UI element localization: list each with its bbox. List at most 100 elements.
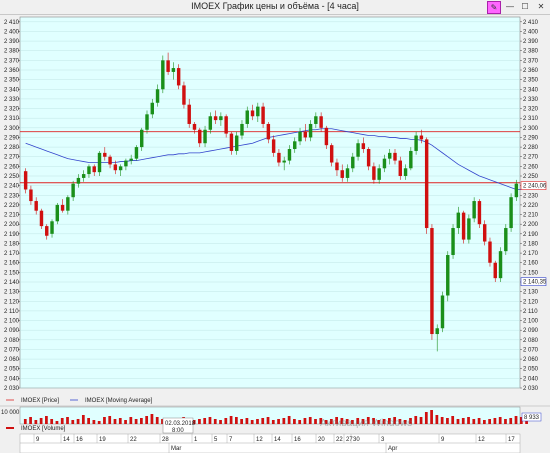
y-tick-label: 2 040 <box>523 376 539 382</box>
volume-bar <box>282 418 286 424</box>
volume-bar <box>87 418 90 424</box>
candle-body <box>118 166 123 171</box>
candle-body <box>97 152 102 173</box>
volume-bar <box>234 417 238 424</box>
candle-body <box>171 68 176 72</box>
candle-body <box>29 189 33 202</box>
candle-body <box>23 171 28 190</box>
minimize-icon[interactable]: — <box>505 2 515 11</box>
y-tick-label: 2 410 <box>523 20 539 26</box>
candle-body <box>87 166 91 175</box>
y-tick-label: 2 090 <box>4 328 20 334</box>
ma-value-label: 2 240,06 <box>523 184 547 190</box>
candle <box>39 208 44 229</box>
volume-last-box: 8 933 <box>521 412 542 422</box>
maximize-icon[interactable]: ☐ <box>520 2 530 11</box>
y-tick-label: 2 370 <box>4 58 20 64</box>
pin-icon[interactable]: ✎ <box>487 1 501 14</box>
candle-body <box>234 135 239 151</box>
candle-body <box>219 116 223 121</box>
candle <box>424 137 429 234</box>
y-tick-label: 2 340 <box>523 87 539 93</box>
volume-bar <box>240 419 244 424</box>
volume-bar <box>23 419 27 424</box>
candle-body <box>124 160 128 167</box>
volume-bar <box>219 420 222 424</box>
candle-body <box>134 147 139 159</box>
volume-bar <box>97 421 101 424</box>
volume-bar <box>287 416 291 424</box>
x-day-label: 28 <box>162 437 169 443</box>
volume-bar <box>472 419 476 424</box>
volume-bar <box>277 419 280 424</box>
close-icon[interactable]: ✕ <box>536 2 546 11</box>
x-day-label: 12 <box>256 437 263 443</box>
chart-window: IMOEX График цены и объёма - [4 часа] ✎ … <box>0 0 550 453</box>
volume-bar <box>113 419 117 424</box>
x-day-label: 12 <box>478 437 485 443</box>
candle-body <box>271 139 276 153</box>
volume-bar <box>308 417 312 424</box>
volume-bar <box>440 417 444 424</box>
volume-bar <box>118 418 122 424</box>
x-day-label: 30 <box>353 437 360 443</box>
candle-body <box>329 145 334 163</box>
candle-body <box>456 212 461 229</box>
candle-body <box>504 228 508 252</box>
price-volume-chart[interactable]: 2 030 2 040 2 050 2 060 2 070 2 080 2 090 2 100… <box>0 15 550 453</box>
candle-body <box>345 168 350 178</box>
y-tick-label: 2 200 <box>4 222 20 228</box>
cursor-date-label: 02.03.2018 8:00 <box>162 417 196 434</box>
y-tick-label: 2 390 <box>523 39 539 45</box>
volume-bar <box>39 418 43 424</box>
y-tick-label: 2 350 <box>4 78 20 84</box>
volume-bar <box>493 418 497 424</box>
y-tick-label: 2 220 <box>4 203 20 209</box>
volume-bar <box>467 417 470 424</box>
volume-bar <box>456 419 460 424</box>
candle-body <box>39 210 44 227</box>
x-day-label: 16 <box>294 437 301 443</box>
volume-bar <box>303 418 307 424</box>
volume-bar <box>60 418 64 424</box>
y-tick-label: 2 340 <box>4 87 20 93</box>
candle <box>504 224 508 256</box>
y-tick-label: 2 170 <box>523 251 539 257</box>
x-axis[interactable] <box>19 433 521 453</box>
y-tick-label: 2 350 <box>523 78 539 84</box>
candle <box>451 224 455 259</box>
candle-body <box>398 160 402 176</box>
candle-body <box>203 129 207 144</box>
y-tick-label: 2 070 <box>4 347 20 353</box>
legend-price: IMOEX [Price] <box>21 398 59 404</box>
volume-bar <box>145 416 149 424</box>
volume-bar <box>261 418 265 424</box>
x-day-label: 22 <box>336 437 343 443</box>
y-tick-label: 2 190 <box>523 232 539 238</box>
volume-bar <box>271 420 275 424</box>
candle-body <box>498 251 503 279</box>
candle <box>182 81 186 109</box>
y-tick-label: 2 100 <box>523 319 539 325</box>
candle-body <box>298 131 302 142</box>
candle-body <box>60 204 65 211</box>
x-day-label: 20 <box>318 437 325 443</box>
candle-body <box>145 114 149 130</box>
y-tick-label: 2 030 <box>4 386 20 392</box>
y-tick-label: 2 380 <box>523 49 539 55</box>
candle-body <box>403 168 408 176</box>
y-tick-label: 2 120 <box>4 299 20 305</box>
price-plot-area[interactable] <box>19 16 521 389</box>
x-day-label: 16 <box>76 437 83 443</box>
y-tick-label: 2 370 <box>523 58 539 64</box>
y-tick-label: 2 360 <box>523 68 539 74</box>
y-tick-label: 2 080 <box>523 338 539 344</box>
price-legend: IMOEX [Price] IMOEX [Moving Average] <box>6 398 153 404</box>
y-tick-label: 2 200 <box>523 222 539 228</box>
y-tick-label: 2 070 <box>523 347 539 353</box>
title-bar[interactable]: IMOEX График цены и объёма - [4 часа] ✎ … <box>0 0 550 15</box>
candle-body <box>366 149 371 167</box>
candle <box>477 199 482 229</box>
candle-body <box>266 123 271 140</box>
candle-body <box>261 106 265 124</box>
